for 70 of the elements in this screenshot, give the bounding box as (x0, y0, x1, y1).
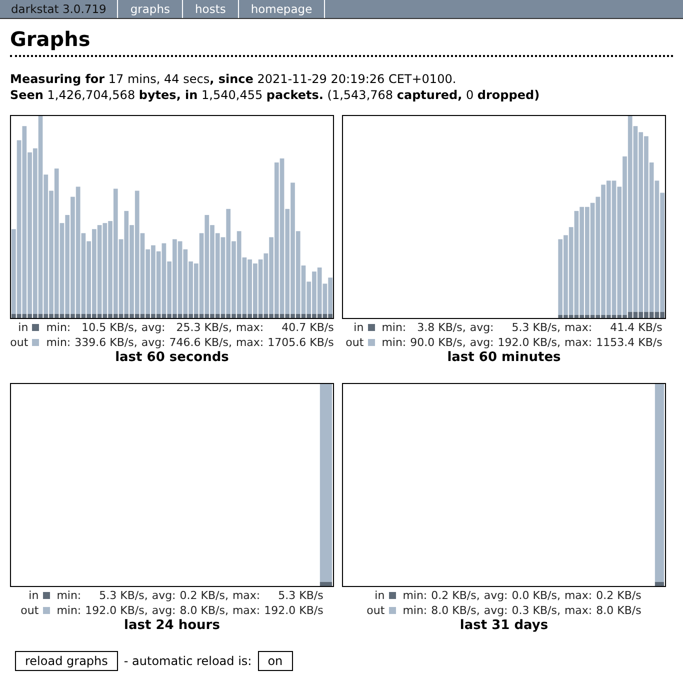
nav-link[interactable]: graphs (118, 0, 183, 18)
stat-label: max: (236, 320, 264, 335)
graph-caption: last 24 hours (124, 618, 220, 633)
stat-value: 8.0 KB/s (596, 603, 642, 618)
nav-link[interactable]: hosts (183, 0, 239, 18)
stat-value: 192.0 KB/s, (498, 335, 560, 350)
stat-value: 1705.6 KB/s (268, 335, 334, 350)
stat-value: 5.3 KB/s, (98, 588, 148, 603)
stat-label: avg: (141, 335, 166, 350)
stat-value: 0.2 KB/s, (431, 588, 480, 603)
stat-value: 8.0 KB/s, (180, 603, 228, 618)
summary-line: Measuring for 17 mins, 44 secs, since 2021-11-29 20:19:26 CET+0100. (10, 71, 458, 87)
stat-label: min: (56, 603, 82, 618)
stat-label: max: (232, 588, 260, 603)
stat-label: max: (564, 320, 592, 335)
stat-label: max: (564, 335, 592, 350)
stat-value: 90.0 KB/s, (410, 335, 466, 350)
stat-label: avg: (484, 588, 508, 603)
stat-label: min: (402, 588, 428, 603)
auto-reload-toggle[interactable]: on (258, 651, 293, 671)
stat-value: 192.0 KB/s, (85, 603, 148, 618)
stat-value: 5.3 KB/s (277, 588, 324, 603)
app-version: darkstat 3.0.719 (0, 0, 118, 18)
series-label: in (17, 320, 28, 335)
stat-value: 746.6 KB/s, (169, 335, 232, 350)
stat-value: 5.3 KB/s, (510, 320, 560, 335)
stat-value: 0.0 KB/s, (512, 588, 560, 603)
stat-label: max: (564, 603, 592, 618)
stat-label: min: (382, 335, 406, 350)
auto-reload-label: - automatic reload is: (124, 654, 252, 668)
series-label: in (374, 588, 385, 603)
stat-label: min: (46, 320, 71, 335)
stat-value: 192.0 KB/s (264, 603, 324, 618)
stat-value: 10.5 KB/s, (80, 320, 138, 335)
series-label: out (20, 603, 39, 618)
stat-label: min: (46, 335, 71, 350)
stat-label: avg: (470, 320, 494, 335)
graph-caption: last 60 seconds (115, 350, 229, 365)
stat-label: max: (564, 588, 592, 603)
stat-label: min: (56, 588, 82, 603)
stat-label: avg: (152, 588, 176, 603)
stat-value: 3.8 KB/s, (416, 320, 466, 335)
series-label: out (366, 603, 385, 618)
stat-value: 1153.4 KB/s (596, 335, 662, 350)
stat-label: avg: (484, 603, 508, 618)
stat-value: 25.3 KB/s, (175, 320, 232, 335)
page-title: Graphs (10, 27, 673, 57)
stat-value: 0.2 KB/s, (180, 588, 228, 603)
series-label: in (352, 320, 364, 335)
stat-value: 0.2 KB/s (596, 588, 642, 603)
reload-button[interactable]: reload graphs (15, 651, 118, 671)
stat-label: min: (402, 603, 428, 618)
graph-caption: last 31 days (460, 618, 548, 633)
stat-value: 40.7 KB/s (280, 320, 334, 335)
stat-label: avg: (141, 320, 166, 335)
graph-caption: last 60 minutes (447, 350, 561, 365)
stat-value: 339.6 KB/s, (74, 335, 138, 350)
stat-label: avg: (152, 603, 176, 618)
stat-label: avg: (470, 335, 494, 350)
series-label: out (10, 335, 28, 350)
stat-label: min: (382, 320, 406, 335)
series-label: in (28, 588, 39, 603)
nav-link[interactable]: homepage (238, 0, 326, 18)
stat-value: 0.3 KB/s, (512, 603, 560, 618)
stat-value: 8.0 KB/s, (431, 603, 480, 618)
stat-label: max: (232, 603, 260, 618)
stat-label: max: (236, 335, 264, 350)
summary-line: Seen 1,426,704,568 bytes, in 1,540,455 packets. (1,543,768 captured, 0 dropped) (10, 87, 541, 103)
series-label: out (346, 335, 364, 350)
stat-value: 41.4 KB/s (609, 320, 662, 335)
